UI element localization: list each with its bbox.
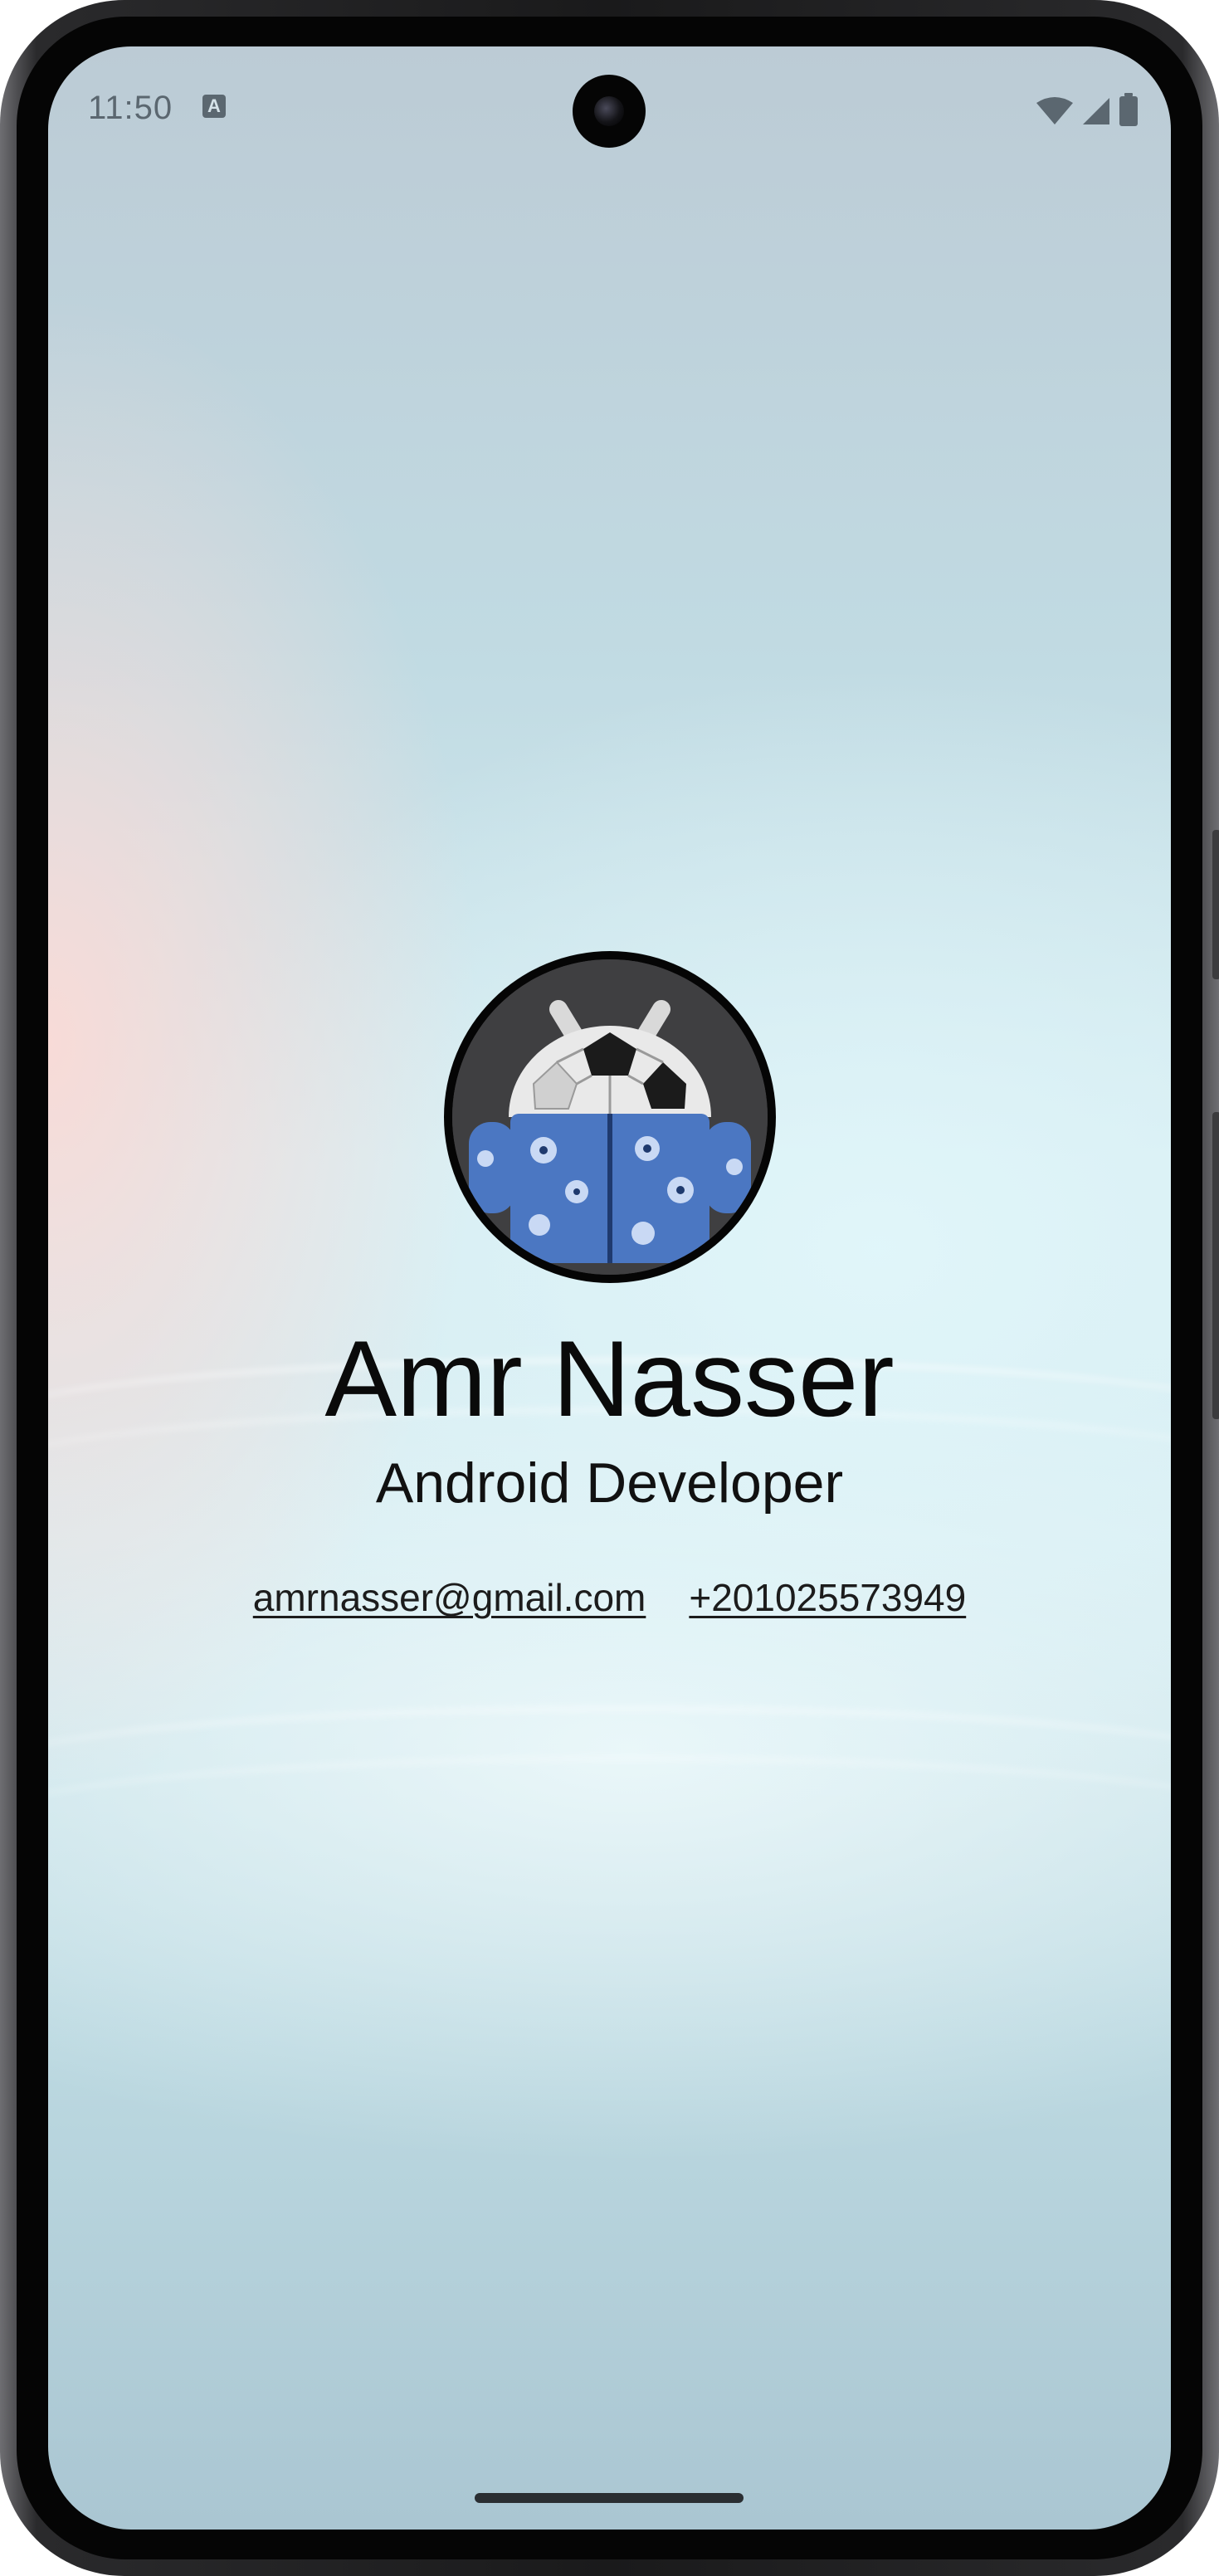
phone-device-frame: 11:50 A Amr Nasser Android Developer amr… [0,0,1219,2576]
android-avatar-image [451,959,768,1275]
avatar [443,951,776,1283]
front-camera [573,75,646,148]
profile-name: Amr Nasser [324,1318,895,1439]
contact-links: amrnasser@gmail.com +201025573949 [48,1575,1171,1620]
cellular-signal-icon [1083,98,1109,124]
status-icons [1036,93,1138,126]
volume-button [1212,1112,1219,1419]
power-button [1212,830,1219,979]
battery-icon [1119,93,1138,126]
profile-title: Android Developer [375,1451,844,1515]
camera-lens [594,96,624,126]
notification-a-icon: A [202,95,226,118]
status-time: 11:50 [88,90,173,126]
screen: 11:50 A Amr Nasser Android Developer amr… [48,46,1171,2530]
email-link[interactable]: amrnasser@gmail.com [253,1575,646,1620]
status-bar: 11:50 A [48,46,1171,163]
profile-card: Amr Nasser Android Developer amrnasser@g… [48,951,1171,1620]
phone-link[interactable]: +201025573949 [689,1575,966,1620]
home-indicator[interactable] [475,2493,744,2503]
background-wave [48,1756,1171,1894]
wifi-icon [1036,97,1073,124]
